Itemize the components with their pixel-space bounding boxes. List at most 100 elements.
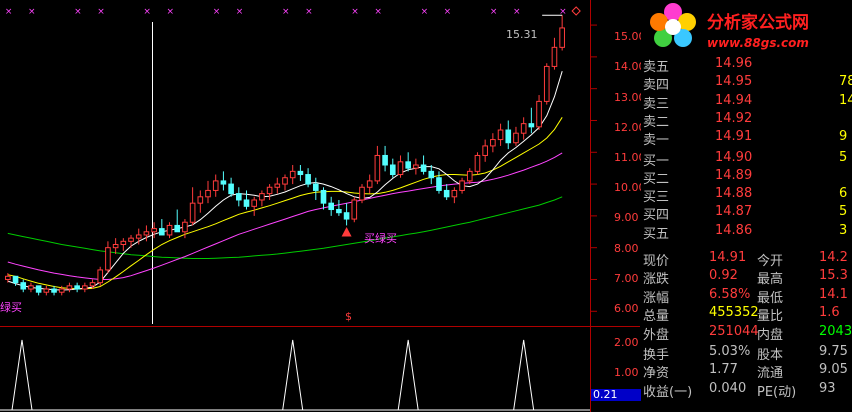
candle-body xyxy=(58,288,65,293)
buy-level-label: 买一 xyxy=(643,153,670,169)
stat-label: 流通 xyxy=(757,366,784,382)
candle-body xyxy=(497,129,504,141)
candle-body xyxy=(174,224,181,233)
bottom-left-signal-label: 绿买 xyxy=(0,301,22,314)
stat-value: 0.92 xyxy=(709,268,738,284)
stat-label: 总量 xyxy=(643,309,670,325)
indicator-tick: 2.00 xyxy=(614,336,639,349)
candle-body xyxy=(474,154,481,172)
candle-body xyxy=(551,46,558,67)
candle-body xyxy=(182,221,188,233)
top-signal-marker: × xyxy=(28,7,36,17)
sell-level-row[interactable]: 卖三 14.94 14 xyxy=(643,92,852,112)
stats-row: 总量 455352 量比 1.6 xyxy=(643,305,852,325)
stat-value: 15.3 xyxy=(819,268,848,284)
buy-level-row[interactable]: 买一 14.90 5 xyxy=(643,149,852,169)
candle-body xyxy=(328,202,335,211)
candle-body xyxy=(89,282,96,287)
stats-row: 换手 5.03% 股本 9.75 xyxy=(643,344,852,363)
top-signal-marker: × xyxy=(513,7,521,17)
candle-body xyxy=(382,154,388,166)
buy-level-row[interactable]: 买三 14.88 6 xyxy=(643,186,852,206)
candle-body xyxy=(20,282,27,290)
top-signal-marker: × xyxy=(282,7,290,17)
stat-label: PE(动) xyxy=(757,384,797,400)
stat-value: 0.040 xyxy=(709,380,747,396)
candle-body xyxy=(112,244,119,249)
candle-body xyxy=(43,288,50,293)
candle-body xyxy=(212,180,219,191)
buy-level-label: 买三 xyxy=(643,190,670,206)
stat-value: 14.2 xyxy=(819,250,848,265)
top-signal-marker: × xyxy=(351,7,359,17)
stat-label: 量比 xyxy=(757,309,784,325)
buy-level-price: 14.90 xyxy=(715,149,753,165)
site-logo: 分析家公式网 www.88gs.com xyxy=(641,0,852,54)
candle-body xyxy=(151,228,157,233)
top-signal-marker: × xyxy=(213,7,221,17)
candle-body xyxy=(351,199,358,220)
stat-value: 1.6 xyxy=(819,305,840,321)
buy-level-volume: 6 xyxy=(839,186,848,202)
diamond-icon xyxy=(571,6,581,16)
top-signal-marker: × xyxy=(143,7,151,17)
top-signal-marker: × xyxy=(490,7,498,17)
candle-body xyxy=(413,164,419,169)
candle-body xyxy=(436,177,442,191)
indicator-spike xyxy=(11,339,33,411)
buy-level-price: 14.87 xyxy=(715,204,753,220)
candle-body xyxy=(189,202,196,223)
candle-body xyxy=(389,164,396,176)
indicator-spike xyxy=(397,339,419,411)
candle-body xyxy=(266,186,273,195)
top-signal-marker: × xyxy=(97,7,105,17)
indicator-value-box: 0.21 xyxy=(591,389,641,401)
candle-body xyxy=(128,237,134,242)
price-tick: 8.00 xyxy=(614,242,639,255)
stats-row: 涨幅 6.58% 最低 14.1 xyxy=(643,286,852,306)
price-tick: 7.00 xyxy=(614,272,639,285)
buy-level-volume: 5 xyxy=(839,204,848,220)
candle-body xyxy=(428,170,435,179)
high-price-label: 15.31 xyxy=(506,28,538,41)
stat-value: 93 xyxy=(819,380,836,396)
kline-chart-area[interactable]: × × × × × × × × × × × × × × × × × 15.00 14.00 13.00 12.0… xyxy=(0,0,646,412)
buy-level-row[interactable]: 买二 14.89 xyxy=(643,168,852,187)
candle-body xyxy=(312,183,319,191)
stats-row: 收益(一) 0.040 PE(动) 93 xyxy=(643,380,852,400)
sell-level-row[interactable]: 卖四 14.95 78 xyxy=(643,74,852,93)
sell-level-price: 14.94 xyxy=(715,92,753,108)
buy-arrow-icon xyxy=(341,227,352,237)
candle-body xyxy=(97,269,104,284)
stat-label: 换手 xyxy=(643,348,670,363)
buy-level-row[interactable]: 买五 14.86 3 xyxy=(643,223,852,242)
stats-row: 现价 14.91 今开 14.2 xyxy=(643,250,852,269)
candle-body xyxy=(543,65,550,102)
stat-label: 今开 xyxy=(757,254,784,269)
candle-body xyxy=(289,170,296,179)
stat-value: 14.1 xyxy=(819,286,848,302)
sell-level-row[interactable]: 卖五 14.96 xyxy=(643,56,852,75)
kline-chart[interactable]: × × × × × × × × × × × × × × × × × xyxy=(0,0,640,412)
candle-body xyxy=(159,228,165,236)
sell-level-volume: 9 xyxy=(839,129,848,145)
indicator-spike xyxy=(282,339,304,411)
candle-body xyxy=(12,275,19,284)
stat-label: 内盘 xyxy=(757,327,784,343)
candle-body xyxy=(228,183,234,195)
candle-body xyxy=(451,189,458,198)
stat-label: 最高 xyxy=(757,272,784,288)
stat-label: 涨幅 xyxy=(643,290,670,306)
sell-level-row[interactable]: 卖一 14.91 9 xyxy=(643,129,852,148)
buy-level-volume: 5 xyxy=(839,149,848,165)
stat-label: 股本 xyxy=(757,348,784,363)
buy-level-price: 14.88 xyxy=(715,186,753,202)
candle-body xyxy=(220,180,227,185)
sell-level-row[interactable]: 卖二 14.92 xyxy=(643,111,852,130)
candle-body xyxy=(82,285,88,290)
buy-level-row[interactable]: 买四 14.87 5 xyxy=(643,204,852,223)
bottom-marker: $ xyxy=(345,310,352,323)
candle-body xyxy=(374,154,381,182)
sell-level-volume: 14 xyxy=(839,92,852,108)
quote-panel: 分析家公式网 www.88gs.com 卖五 14.96 卖四 14.95 78 卖三 14… xyxy=(641,0,852,412)
